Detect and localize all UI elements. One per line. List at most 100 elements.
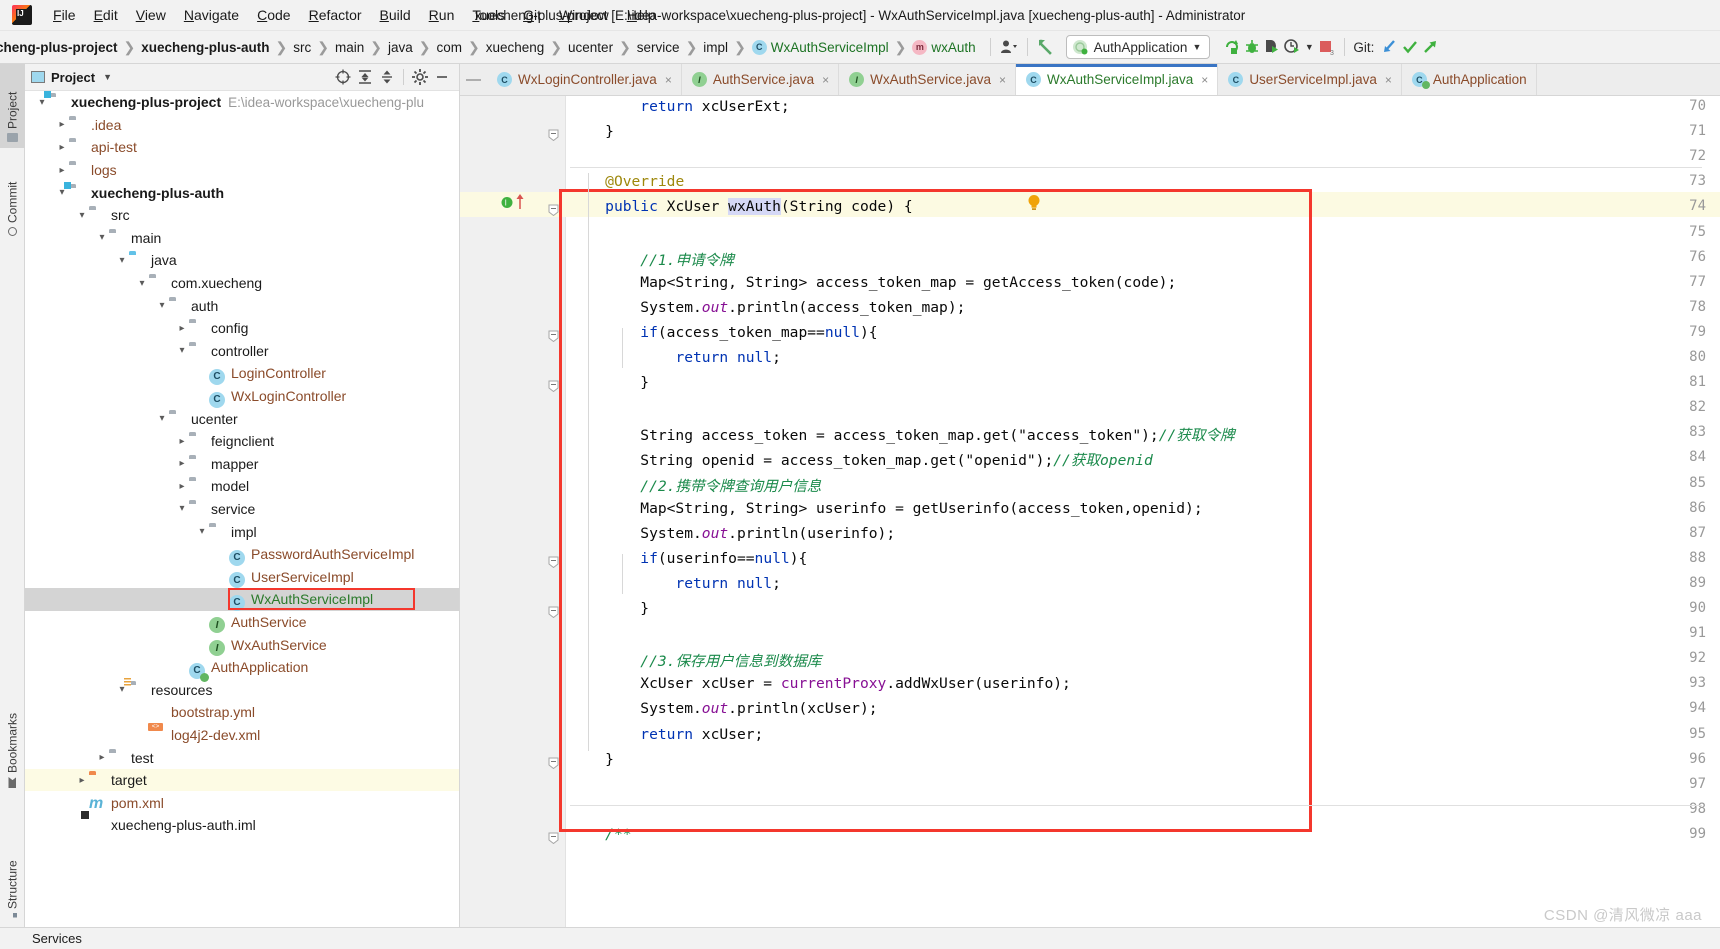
code-line-85[interactable]: //2.携带令牌查询用户信息 bbox=[570, 475, 821, 496]
tree-item-ucenter[interactable]: ▾ ucenter bbox=[25, 407, 459, 430]
chevron-right-icon[interactable]: ▸ bbox=[175, 323, 189, 334]
code-line-88[interactable]: if(userinfo==null){ bbox=[570, 550, 807, 567]
fold-marker-line-71[interactable] bbox=[548, 129, 559, 142]
rerun-icon[interactable] bbox=[1222, 37, 1242, 57]
navigation-bar[interactable]: cheng-plus-project ❯ xuecheng-plus-auth ❯ sr… bbox=[0, 31, 1720, 64]
intention-bulb-icon[interactable] bbox=[1027, 194, 1041, 214]
code-line-79[interactable]: if(access_token_map==null){ bbox=[570, 324, 877, 341]
breadcrumb-cheng-plus-project[interactable]: cheng-plus-project bbox=[0, 40, 118, 55]
menu-tools[interactable]: Tools bbox=[463, 4, 514, 26]
fold-marker-line-99[interactable] bbox=[548, 832, 559, 845]
tree-item-test[interactable]: ▸ test bbox=[25, 746, 459, 769]
tree-item-userserviceimpl[interactable]: C UserServiceImpl bbox=[25, 565, 459, 589]
tree-item-target[interactable]: ▸ target bbox=[25, 768, 459, 792]
tree-item-xuecheng-plus-project[interactable]: ▾ xuecheng-plus-project E:\idea-workspace\… bbox=[25, 91, 459, 114]
tree-item-logs[interactable]: ▸ logs bbox=[25, 159, 459, 182]
breadcrumb-main[interactable]: main bbox=[335, 40, 364, 55]
tab-list-overflow-icon[interactable]: — bbox=[460, 64, 487, 95]
stop-icon[interactable]: 3 bbox=[1316, 37, 1336, 57]
editor-tab-authapplication[interactable]: C AuthApplication bbox=[1401, 64, 1537, 95]
chevron-down-icon-profiler[interactable]: ▼ bbox=[1302, 37, 1316, 57]
code-line-92[interactable]: //3.保存用户信息到数据库 bbox=[570, 650, 821, 671]
collapse-all-icon[interactable] bbox=[376, 67, 398, 87]
tree-item-authservice[interactable]: I AuthService bbox=[25, 611, 459, 634]
tree-item-controller[interactable]: ▾ controller bbox=[25, 340, 459, 363]
fold-marker-line-96[interactable] bbox=[548, 757, 559, 769]
editor-fold-gutter[interactable] bbox=[547, 96, 565, 927]
code-line-86[interactable]: Map<String, String> userinfo = getUserin… bbox=[570, 500, 1202, 517]
code-line-89[interactable]: return null; bbox=[570, 575, 780, 592]
breadcrumb-xuecheng[interactable]: xuecheng bbox=[486, 40, 545, 55]
code-line-95[interactable]: return xcUser; bbox=[570, 726, 763, 743]
code-line-84[interactable]: String openid = access_token_map.get("op… bbox=[570, 449, 1152, 470]
menu-navigate[interactable]: Navigate bbox=[175, 4, 248, 26]
editor-tab-userserviceimpl-java[interactable]: C UserServiceImpl.java × bbox=[1218, 64, 1402, 95]
editor-gutter[interactable] bbox=[460, 96, 547, 927]
fold-marker-line-79[interactable] bbox=[548, 330, 559, 343]
close-icon[interactable]: × bbox=[1201, 73, 1208, 87]
git-push-icon[interactable] bbox=[1420, 37, 1440, 57]
locate-icon[interactable] bbox=[332, 67, 354, 87]
debug-icon[interactable] bbox=[1242, 37, 1262, 57]
code-line-99[interactable]: /** bbox=[570, 826, 631, 843]
code-line-74[interactable]: public XcUser wxAuth(String code) { bbox=[570, 198, 913, 216]
tree-item-impl[interactable]: ▾ impl bbox=[25, 520, 459, 543]
profiler-icon[interactable] bbox=[1282, 37, 1302, 57]
tree-item-model[interactable]: ▸ model bbox=[25, 475, 459, 498]
chevron-down-icon[interactable]: ▾ bbox=[155, 413, 169, 424]
chevron-right-icon[interactable]: ▸ bbox=[75, 775, 89, 786]
chevron-down-icon[interactable]: ▾ bbox=[115, 684, 129, 695]
code-editor[interactable]: 70 71 72 73 74 75 76 77 78 79 80 81 82 83 84 85 86 87 88 89… bbox=[460, 96, 1720, 927]
menu-view[interactable]: View bbox=[127, 4, 175, 26]
tree-item-src[interactable]: ▾ src bbox=[25, 204, 459, 227]
tree-item-logincontroller[interactable]: C LoginController bbox=[25, 362, 459, 385]
chevron-right-icon[interactable]: ▸ bbox=[55, 119, 69, 130]
code-line-93[interactable]: XcUser xcUser = currentProxy.addWxUser(u… bbox=[570, 675, 1071, 692]
tree-item-xuecheng-plus-auth[interactable]: ▾ xuecheng-plus-auth bbox=[25, 181, 459, 204]
chevron-right-icon[interactable]: ▸ bbox=[175, 458, 189, 469]
breadcrumb-impl[interactable]: impl bbox=[703, 40, 728, 55]
menu-git[interactable]: Git bbox=[514, 4, 550, 26]
chevron-down-icon[interactable]: ▾ bbox=[75, 210, 89, 221]
sidebar-tab-commit[interactable]: Commit bbox=[0, 154, 25, 242]
tree-item-auth[interactable]: ▾ auth bbox=[25, 294, 459, 317]
editor-tab-wxauthservice-java[interactable]: I WxAuthService.java × bbox=[839, 64, 1016, 95]
tree-item-resources[interactable]: ▾ resources bbox=[25, 678, 459, 701]
gear-icon[interactable] bbox=[409, 67, 431, 87]
tree-item-java[interactable]: ▾ java bbox=[25, 249, 459, 272]
services-label[interactable]: Services bbox=[32, 931, 82, 946]
menu-help[interactable]: Help bbox=[618, 4, 665, 26]
git-commit-icon[interactable] bbox=[1400, 37, 1420, 57]
sidebar-tab-project[interactable]: Project bbox=[0, 64, 25, 148]
git-update-icon[interactable] bbox=[1380, 37, 1400, 57]
chevron-down-icon[interactable]: ▾ bbox=[55, 187, 69, 198]
chevron-right-icon[interactable]: ▸ bbox=[55, 142, 69, 153]
code-line-81[interactable]: } bbox=[570, 374, 649, 391]
tree-item-wxauthservice[interactable]: I WxAuthService bbox=[25, 633, 459, 657]
fold-marker-line-88[interactable] bbox=[548, 556, 559, 568]
editor-tab-wxlogincontroller-java[interactable]: C WxLoginController.java × bbox=[487, 64, 682, 95]
tree-item-log4j2-dev-xml[interactable]: log4j2-dev.xml bbox=[25, 724, 459, 747]
hide-icon[interactable] bbox=[431, 67, 453, 87]
menu-bar[interactable]: File Edit View Navigate Code Refactor Build Run… bbox=[44, 4, 665, 26]
fold-marker-line-74[interactable] bbox=[548, 204, 559, 217]
tree-item--idea[interactable]: ▸ .idea bbox=[25, 114, 459, 137]
code-line-78[interactable]: System.out.println(access_token_map); bbox=[570, 299, 965, 316]
breadcrumb-service[interactable]: service bbox=[637, 40, 680, 55]
user-settings-icon[interactable] bbox=[999, 37, 1019, 57]
breadcrumb-wxauthserviceimpl[interactable]: C WxAuthServiceImpl bbox=[751, 39, 889, 55]
chevron-down-icon[interactable]: ▾ bbox=[95, 232, 109, 243]
tree-item-bootstrap-yml[interactable]: bootstrap.yml bbox=[25, 701, 459, 724]
menu-window[interactable]: Window bbox=[550, 4, 618, 26]
code-line-70[interactable]: return xcUserExt; bbox=[570, 98, 789, 115]
implementing-method-icon[interactable]: I bbox=[501, 196, 514, 209]
close-icon[interactable]: × bbox=[1385, 73, 1392, 87]
menu-code[interactable]: Code bbox=[248, 4, 299, 26]
tree-item-mapper[interactable]: ▸ mapper bbox=[25, 453, 459, 476]
run-with-coverage-icon[interactable] bbox=[1262, 37, 1282, 57]
breadcrumb-java[interactable]: java bbox=[388, 40, 413, 55]
breadcrumb-src[interactable]: src bbox=[293, 40, 311, 55]
tree-item-authapplication[interactable]: C AuthApplication bbox=[25, 656, 459, 682]
tree-item-passwordauthserviceimpl[interactable]: C PasswordAuthServiceImpl bbox=[25, 543, 459, 566]
editor-tab-bar[interactable]: — C WxLoginController.java × I AuthService.j… bbox=[460, 64, 1720, 96]
